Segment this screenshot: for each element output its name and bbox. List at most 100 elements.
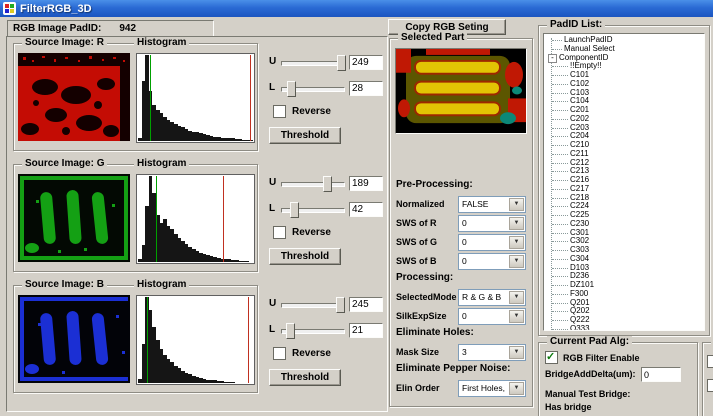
tree-item-c101[interactable]: C101 — [545, 71, 703, 80]
b-upper-slider[interactable] — [281, 297, 345, 312]
combo-sws-of-b[interactable]: 0▼ — [458, 253, 526, 270]
slider-thumb[interactable] — [290, 202, 299, 218]
combo-label: SWS of G — [396, 237, 437, 247]
tree-item-c218[interactable]: C218 — [545, 194, 703, 203]
tree-item-c201[interactable]: C201 — [545, 106, 703, 115]
combo-normalized[interactable]: FALSE ▼ — [458, 196, 526, 213]
combo-sws-of-g[interactable]: 0▼ — [458, 234, 526, 251]
chevron-down-icon[interactable]: ▼ — [509, 236, 524, 249]
g-lower-slider[interactable] — [281, 202, 345, 217]
slider-thumb[interactable] — [287, 81, 296, 97]
tree-item-c216[interactable]: C216 — [545, 176, 703, 185]
tree-item-c304[interactable]: C304 — [545, 255, 703, 264]
combo-silkexpsize[interactable]: 0▼ — [458, 308, 526, 325]
source-image-r-thumbnail — [18, 53, 130, 141]
tree-item-c103[interactable]: C103 — [545, 89, 703, 98]
tree-item-c301[interactable]: C301 — [545, 229, 703, 238]
g-threshold-button[interactable]: Threshold — [269, 248, 341, 265]
tree-item-q333[interactable]: Q333 — [545, 325, 703, 331]
tree-item-q201[interactable]: Q201 — [545, 299, 703, 308]
chevron-down-icon[interactable]: ▼ — [509, 198, 524, 211]
g-lower-value-input[interactable] — [349, 202, 383, 217]
tree-item-componentid[interactable]: -ComponentID — [545, 54, 703, 63]
bridge-add-delta-input[interactable] — [641, 367, 681, 382]
pad-id-label: RGB Image PadID: — [13, 23, 101, 34]
tree-item-c104[interactable]: C104 — [545, 97, 703, 106]
tree-item-c203[interactable]: C203 — [545, 124, 703, 133]
tree-item-c210[interactable]: C210 — [545, 141, 703, 150]
b-lower-value-input[interactable] — [349, 323, 383, 338]
rgb-filter-enable-checkbox[interactable] — [545, 351, 558, 364]
r-threshold-button[interactable]: Threshold — [269, 127, 341, 144]
tree-item-c213[interactable]: C213 — [545, 167, 703, 176]
chevron-down-icon[interactable]: ▼ — [509, 310, 524, 323]
bridge-checkbox-tl-1[interactable] — [707, 379, 713, 392]
tree-item-d103[interactable]: D103 — [545, 264, 703, 273]
combo-value: 0 — [462, 218, 467, 228]
section-label-processing: Processing: — [395, 272, 527, 286]
slider-thumb[interactable] — [323, 176, 332, 192]
reverse-label: Reverse — [292, 348, 331, 359]
tree-item-c224[interactable]: C224 — [545, 202, 703, 211]
pad-id-tree[interactable]: LaunchPadIDManual Select-ComponentID!!Em… — [543, 33, 705, 331]
tree-item-label: Manual Select — [564, 44, 615, 53]
g-upper-slider[interactable] — [281, 176, 345, 191]
chevron-down-icon[interactable]: ▼ — [509, 291, 524, 304]
r-lower-value-input[interactable] — [349, 81, 383, 96]
tree-item-c217[interactable]: C217 — [545, 185, 703, 194]
tree-item-c102[interactable]: C102 — [545, 80, 703, 89]
tree-item-label: C230 — [570, 219, 589, 228]
slider-thumb[interactable] — [286, 323, 295, 339]
combo-elin-order[interactable]: First Holes,▼ — [458, 380, 526, 397]
pad-id-list-group: PadID List: LaunchPadIDManual Select-Com… — [538, 25, 710, 336]
tree-item-empty[interactable]: !!Empty!! — [545, 62, 703, 71]
source-image-g-group: Source Image: G Histogram — [13, 164, 258, 272]
tree-item-q202[interactable]: Q202 — [545, 307, 703, 316]
tree-item-c212[interactable]: C212 — [545, 159, 703, 168]
tree-item-c302[interactable]: C302 — [545, 237, 703, 246]
tree-item-c230[interactable]: C230 — [545, 220, 703, 229]
b-upper-value-input[interactable] — [349, 297, 383, 312]
tree-item-c211[interactable]: C211 — [545, 150, 703, 159]
g-upper-value-input[interactable] — [349, 176, 383, 191]
tree-item-c225[interactable]: C225 — [545, 211, 703, 220]
chevron-down-icon[interactable]: ▼ — [509, 217, 524, 230]
r-reverse-checkbox[interactable] — [273, 105, 286, 118]
slider-thumb[interactable] — [336, 297, 345, 313]
combo-sws-of-r[interactable]: 0▼ — [458, 215, 526, 232]
r-upper-slider[interactable] — [281, 55, 345, 70]
combo-value: FALSE — [462, 199, 488, 209]
tree-item-dz101[interactable]: DZ101 — [545, 281, 703, 290]
tree-item-label: C201 — [570, 105, 589, 114]
tree-item-q222[interactable]: Q222 — [545, 316, 703, 325]
g-reverse-checkbox[interactable] — [273, 226, 286, 239]
tree-item-d236[interactable]: D236 — [545, 272, 703, 281]
tree-item-c202[interactable]: C202 — [545, 115, 703, 124]
tree-item-f300[interactable]: F300 — [545, 290, 703, 299]
chevron-down-icon[interactable]: ▼ — [509, 382, 524, 395]
b-threshold-button[interactable]: Threshold — [269, 369, 341, 386]
b-lower-slider[interactable] — [281, 323, 345, 338]
b-reverse-checkbox[interactable] — [273, 347, 286, 360]
tree-expander-icon[interactable]: - — [548, 54, 557, 63]
g-upper-threshold-line — [223, 176, 224, 262]
combo-selectedmode[interactable]: R & G & B▼ — [458, 289, 526, 306]
manual-test-bridge-label: Manual Test Bridge: — [545, 389, 630, 399]
chevron-down-icon[interactable]: ▼ — [509, 255, 524, 268]
chevron-down-icon[interactable]: ▼ — [509, 346, 524, 359]
r-lower-slider[interactable] — [281, 81, 345, 96]
tree-item-c204[interactable]: C204 — [545, 132, 703, 141]
pad-id-panel: RGB Image PadID: 942 — [7, 20, 214, 37]
r-upper-value-input[interactable] — [349, 55, 383, 70]
slider-thumb[interactable] — [337, 55, 346, 71]
combo-mask-size[interactable]: 3▼ — [458, 344, 526, 361]
combo-label: Normalized — [396, 199, 445, 209]
lower-label: L — [269, 203, 275, 214]
tree-item-label: C304 — [570, 254, 589, 263]
channel-r-section: Source Image: R Histogram — [9, 39, 385, 155]
title-bar[interactable]: FilterRGB_3D — [0, 0, 713, 17]
bridge-checkbox-tl-0[interactable] — [707, 355, 713, 368]
tree-item-c303[interactable]: C303 — [545, 246, 703, 255]
tree-item-label: C212 — [570, 158, 589, 167]
histogram-bar — [231, 382, 235, 383]
